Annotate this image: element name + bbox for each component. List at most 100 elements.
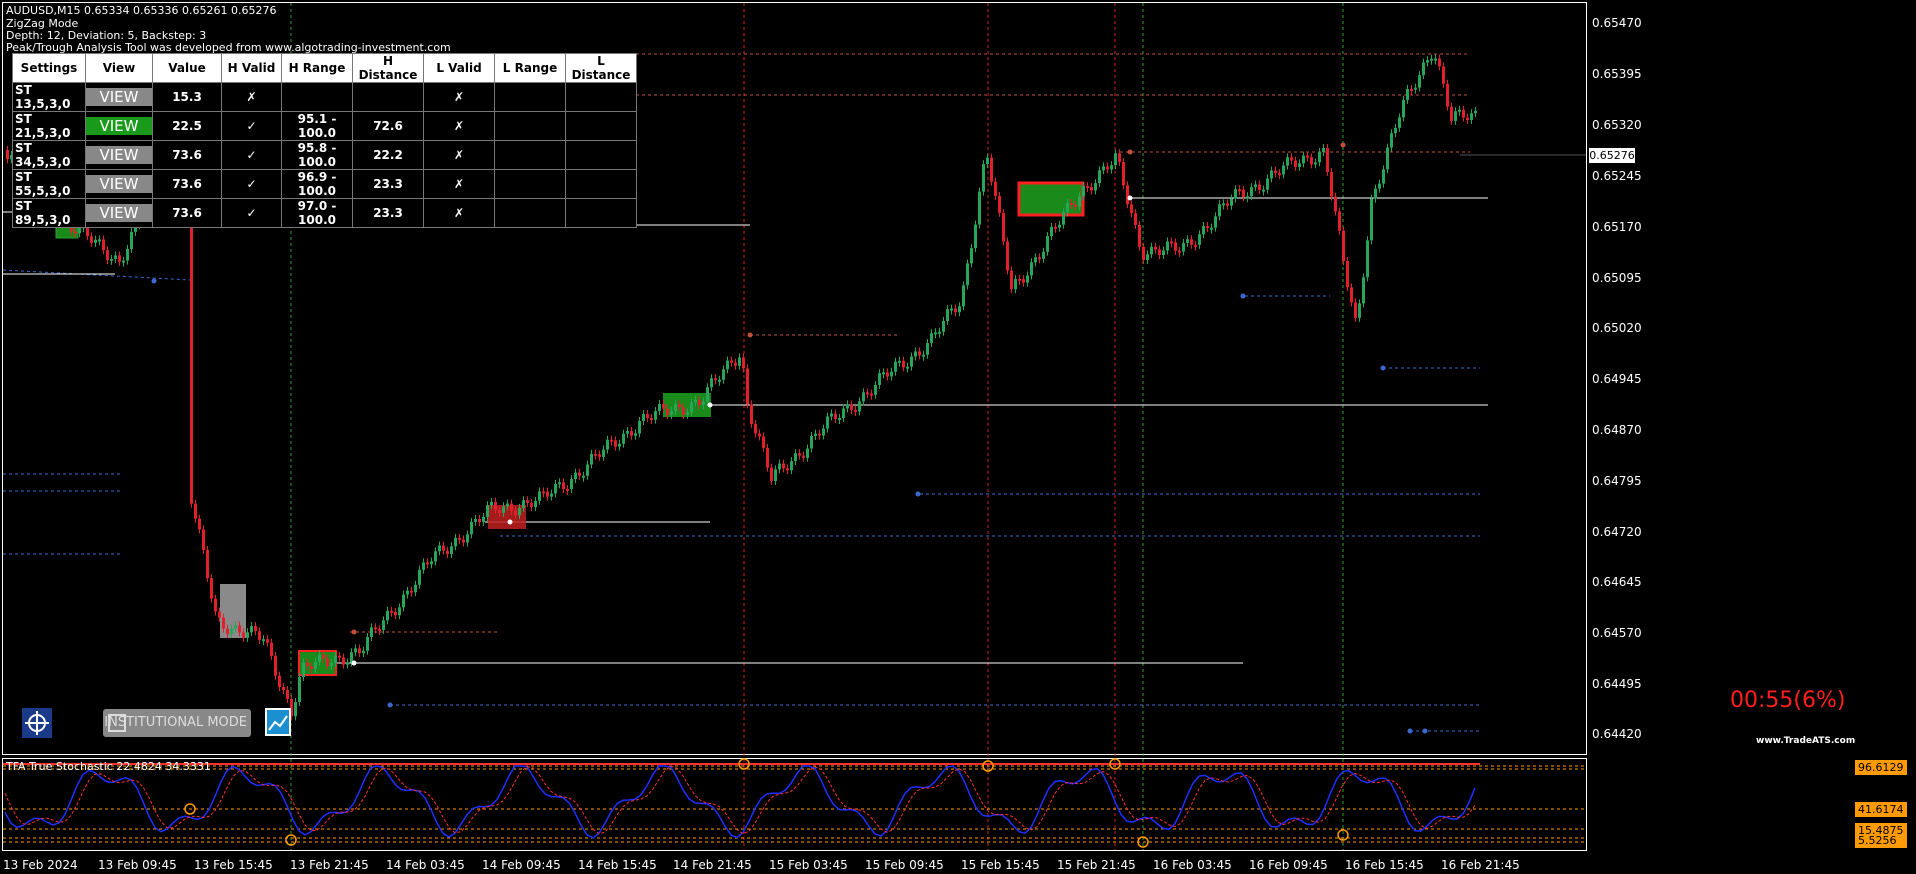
view-button[interactable]: VIEW [86,175,152,193]
candle-body [562,482,565,489]
candle-body [558,482,561,485]
col-h-range: H Range [281,53,353,83]
candle-body [1338,211,1341,231]
view-button[interactable]: VIEW [86,146,152,164]
candle-body [266,639,269,643]
candle-body [606,439,609,450]
candle-body [394,612,397,616]
candle-body [614,440,617,447]
h-distance-cell: 72.6 [352,111,424,141]
candle-body [758,433,761,437]
table-row: ST 55,5,3,0 VIEW 73.6 ✓ 96.9 - 100.0 23.… [12,169,637,199]
candle-body [990,157,993,182]
candle-body [1170,241,1173,244]
candle-body [1014,278,1017,290]
l-valid-icon: ✗ [423,82,495,112]
table-row: ST 89,5,3,0 VIEW 73.6 ✓ 97.0 - 100.0 23.… [12,198,637,228]
crosshair-target-icon[interactable] [22,708,52,738]
candle-body [1298,163,1301,167]
candle-body [202,529,205,551]
candle-body [830,413,833,417]
candle-body [278,675,281,688]
candle-body [1042,251,1045,259]
candle-body [1154,246,1157,250]
value-cell: 73.6 [152,169,222,199]
col-value: Value [152,53,222,83]
candle-body [874,384,877,395]
settings-cell: ST 21,5,3,0 [12,111,86,141]
candle-body [450,546,453,555]
price-tick: 0.64645 [1592,575,1642,589]
h-range-cell: 95.8 - 100.0 [281,140,353,170]
candle-body [1470,113,1473,121]
candle-body [242,632,245,638]
candle-body [1374,188,1377,199]
view-button[interactable]: VIEW [86,117,152,135]
candle-body [678,404,681,408]
candle-body [118,255,121,262]
l-distance-cell [565,169,637,199]
candle-body [262,639,265,642]
candle-body [538,491,541,501]
institutional-mode-button[interactable]: INSTITUTIONAL MODE [103,709,251,737]
candle-body [426,562,429,565]
candle-body [114,255,117,259]
time-tick: 13 Feb 09:45 [98,858,177,872]
current-price-label: 0.65276 [1589,148,1635,163]
view-button[interactable]: VIEW [86,204,152,222]
candle-body [938,331,941,334]
candle-body [1050,226,1053,237]
candle-body [442,545,445,551]
candle-body [190,194,193,504]
candle-body [334,655,337,664]
candle-body [1306,155,1309,158]
candle-body [1406,89,1409,100]
candle-body [514,510,517,516]
chart-image-icon[interactable] [265,708,291,736]
candle-body [1106,166,1109,170]
candle-body [582,475,585,478]
candle-body [1206,225,1209,228]
candle-body [1382,169,1385,184]
stochastic-label: TFA True Stochastic 22.4824 34.3331 [6,760,211,773]
time-tick: 14 Feb 21:45 [673,858,752,872]
col-l-distance: L Distance [565,53,637,83]
candle-body [626,430,629,434]
candle-body [1062,212,1065,225]
candle-body [894,361,897,372]
candle-body [382,620,385,630]
candle-body [1034,257,1037,263]
candle-body [914,351,917,357]
candle-body [842,408,845,419]
candle-body [410,590,413,593]
candle-body [1110,165,1113,170]
candle-body [1326,148,1329,172]
candle-body [330,663,333,666]
candle-body [1002,212,1005,242]
candle-body [322,654,325,659]
candle-body [586,464,589,476]
candle-body [714,378,717,381]
candle-body [418,569,421,585]
h-distance-cell: 23.3 [352,169,424,199]
candle-body [1278,173,1281,176]
candle-body [738,357,741,366]
price-tick: 0.64795 [1592,474,1642,488]
candle-body [1426,60,1429,63]
candle-body [1474,110,1477,114]
level-label: 41.6174 [1858,803,1904,816]
candle-body [370,627,373,637]
price-tick: 0.64945 [1592,372,1642,386]
candle-body [1150,246,1153,255]
candle-body [294,701,297,717]
candle-body [1402,99,1405,118]
candle-body [1094,183,1097,191]
view-button[interactable]: VIEW [86,88,152,106]
candle-body [1390,133,1393,148]
candle-body [674,404,677,412]
h-range-cell: 96.9 - 100.0 [281,169,353,199]
candle-body [638,421,641,434]
candle-body [1462,109,1465,118]
candle-body [530,502,533,508]
candle-body [194,503,197,519]
